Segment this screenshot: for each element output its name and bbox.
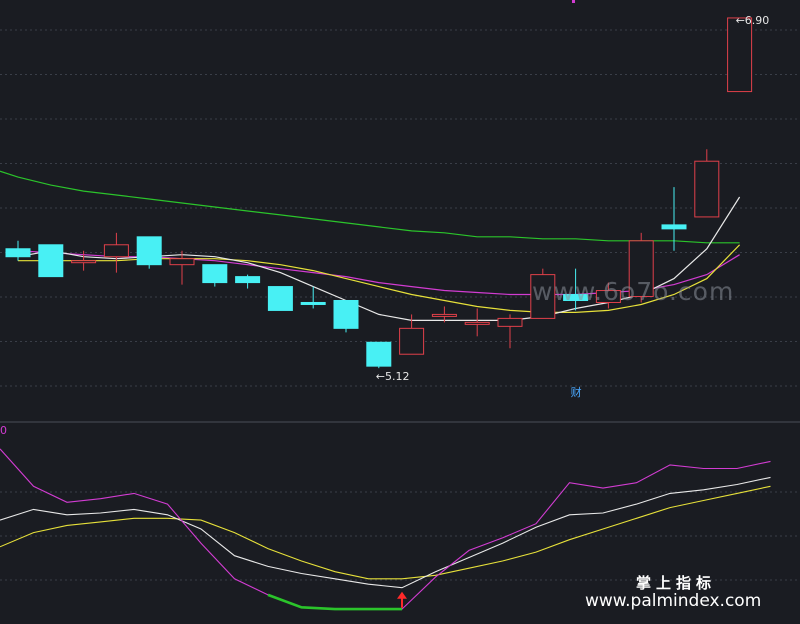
candle-body — [727, 17, 753, 93]
candle-body — [71, 260, 97, 264]
candle-body — [202, 264, 228, 284]
candle — [333, 299, 359, 333]
candle-body — [136, 236, 162, 266]
candle — [38, 244, 64, 278]
candle-body — [300, 301, 326, 305]
high-price-label: ←6.90 — [736, 14, 770, 27]
brand-watermark-cn: 掌上指标 — [636, 574, 716, 592]
candle-body — [333, 299, 359, 329]
candle-body — [5, 248, 31, 258]
candle-body — [235, 276, 261, 284]
site-watermark: www.6o7o.com — [532, 277, 734, 306]
candle-body — [366, 341, 392, 367]
candle-body — [169, 258, 195, 266]
candle — [366, 341, 392, 369]
ma-green-line — [0, 170, 740, 244]
candle — [136, 236, 162, 269]
candle-body — [694, 160, 720, 218]
candle — [103, 232, 129, 273]
candle — [5, 240, 31, 261]
brand-watermark-url: www.palmindex.com — [585, 591, 761, 611]
candlesticks — [5, 17, 753, 369]
candle — [169, 250, 195, 285]
chart-stage: ←5.12 ←6.90 财 0 www.6o7o.com 掌上指标 www.palm… — [0, 0, 800, 624]
candle — [267, 286, 293, 311]
finance-marker: 财 — [571, 385, 582, 399]
candle — [202, 264, 228, 287]
indicator-green-segment — [267, 593, 402, 611]
candle — [464, 308, 490, 337]
candle — [727, 17, 753, 93]
indicator-white-line — [0, 476, 771, 589]
indicator-yellow-line — [0, 485, 771, 580]
candle-body — [431, 313, 457, 317]
candle — [235, 274, 261, 289]
candle — [694, 149, 720, 218]
candle-body — [661, 224, 687, 230]
candle-body — [38, 244, 64, 278]
buy-arrow-head — [397, 591, 407, 599]
candle-body — [267, 286, 293, 311]
top-marker-dot — [572, 0, 575, 3]
stock-chart: ←5.12 ←6.90 财 0 www.6o7o.com 掌上指标 www.palm… — [0, 0, 800, 611]
candle-body — [399, 327, 425, 355]
candle-body — [103, 244, 129, 258]
low-price-label: ←5.12 — [376, 370, 410, 383]
candle-body — [464, 321, 490, 325]
candle — [497, 314, 523, 349]
indicator-edge-label: 0 — [0, 424, 7, 437]
candle-body — [497, 317, 523, 327]
